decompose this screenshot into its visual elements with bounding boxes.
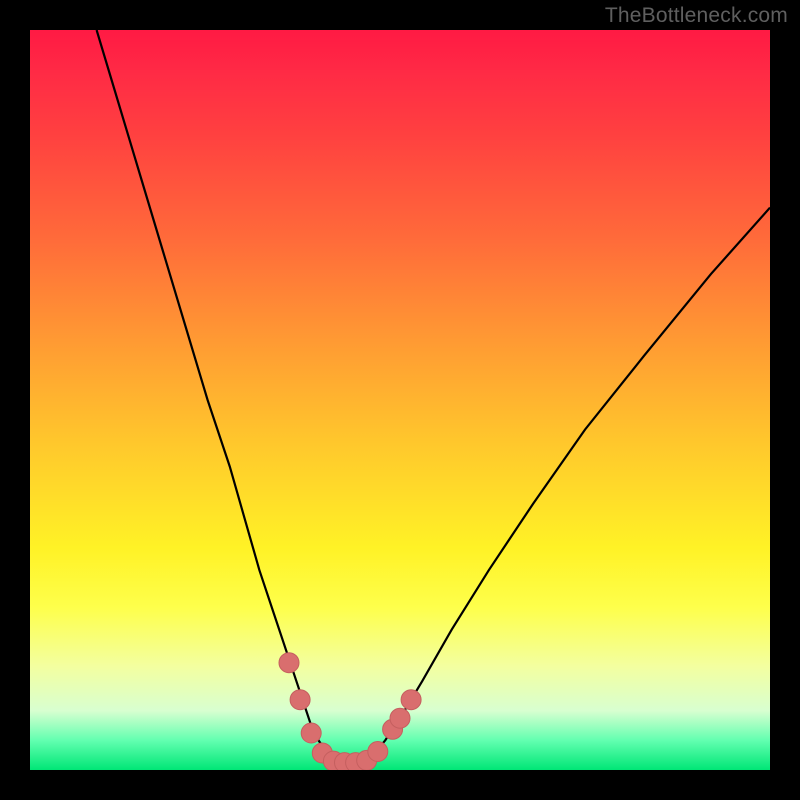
chart-svg	[30, 30, 770, 770]
plot-area	[30, 30, 770, 770]
curve-marker	[368, 742, 388, 762]
watermark-text: TheBottleneck.com	[605, 4, 788, 28]
curve-marker	[390, 708, 410, 728]
curve-marker	[301, 723, 321, 743]
chart-frame: TheBottleneck.com	[0, 0, 800, 800]
curve-marker	[279, 653, 299, 673]
curve-marker	[401, 690, 421, 710]
bottleneck-curve	[97, 30, 770, 763]
marker-group	[279, 653, 421, 770]
curve-marker	[290, 690, 310, 710]
